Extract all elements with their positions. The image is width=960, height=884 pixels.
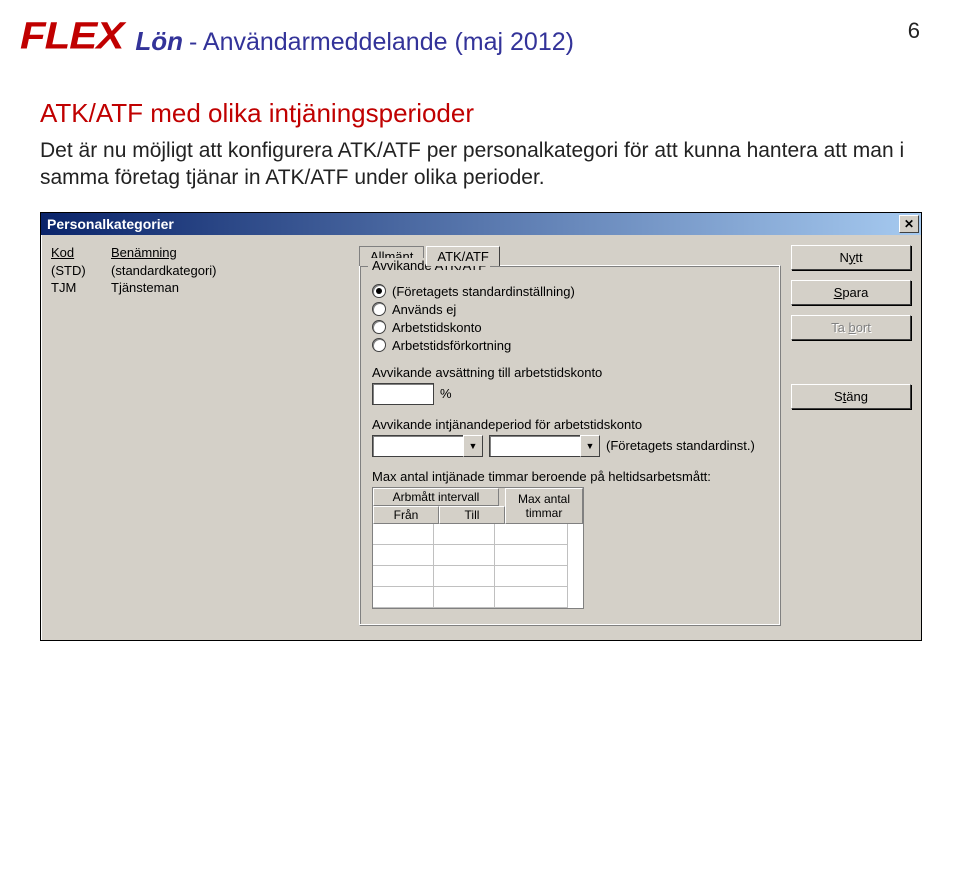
tab-atkatf[interactable]: ATK/ATF <box>426 246 500 266</box>
radio-anvands-ej[interactable]: Används ej <box>372 302 768 317</box>
col-header-kod: Kod <box>51 245 101 260</box>
list-item[interactable]: TJM Tjänsteman <box>51 279 351 296</box>
max-table: Arbmått intervall Från Till Max antal ti… <box>372 487 584 609</box>
radio-arbetstidsforkortning[interactable]: Arbetstidsförkortning <box>372 338 768 353</box>
th-fran: Från <box>373 506 439 524</box>
section-heading: ATK/ATF med olika intjäningsperioder <box>40 98 920 129</box>
cell-ben: (standardkategori) <box>111 263 217 278</box>
table-row[interactable] <box>373 545 583 566</box>
document-header: FLEX Lön - Användarmeddelande (maj 2012)… <box>0 0 960 68</box>
avsattning-input[interactable] <box>372 383 434 405</box>
cell-ben: Tjänsteman <box>111 280 179 295</box>
radio-standard[interactable]: (Företagets standardinställning) <box>372 284 768 299</box>
button-column: Nytt Spara Ta bort Stäng <box>791 245 911 626</box>
close-icon[interactable]: ✕ <box>899 215 919 233</box>
avvikande-group: Avvikande ATK/ATF (Företagets standardin… <box>359 265 781 626</box>
category-list: Kod Benämning (STD) (standardkategori) T… <box>51 245 351 626</box>
table-row[interactable] <box>373 587 583 608</box>
radio-icon <box>372 302 386 316</box>
flex-logo: FLEX <box>20 14 123 57</box>
period-label: Avvikande intjänandeperiod för arbetstid… <box>372 417 768 432</box>
dialog-title: Personalkategorier <box>47 216 174 232</box>
period-to-combo[interactable]: ▼ <box>489 435 600 457</box>
stang-button[interactable]: Stäng <box>791 384 911 409</box>
cell-kod: TJM <box>51 280 101 295</box>
th-interval: Arbmått intervall <box>373 488 499 506</box>
avsattning-label: Avvikande avsättning till arbetstidskont… <box>372 365 768 380</box>
page-number: 6 <box>908 18 920 44</box>
personalkategorier-dialog: Personalkategorier ✕ Kod Benämning (STD)… <box>40 212 922 641</box>
list-item[interactable]: (STD) (standardkategori) <box>51 262 351 279</box>
radio-icon <box>372 284 386 298</box>
titlebar: Personalkategorier ✕ <box>41 213 921 235</box>
section-body: Det är nu möjligt att konfigurera ATK/AT… <box>40 137 920 192</box>
table-row[interactable] <box>373 566 583 587</box>
nytt-button[interactable]: Nytt <box>791 245 911 270</box>
period-hint: (Företagets standardinst.) <box>606 438 755 453</box>
th-till: Till <box>439 506 505 524</box>
chevron-down-icon: ▼ <box>580 435 600 457</box>
cell-kod: (STD) <box>51 263 101 278</box>
period-from-combo[interactable]: ▼ <box>372 435 483 457</box>
table-row[interactable] <box>373 524 583 545</box>
spara-button[interactable]: Spara <box>791 280 911 305</box>
radio-arbetstidskonto[interactable]: Arbetstidskonto <box>372 320 768 335</box>
max-label: Max antal intjänade timmar beroende på h… <box>372 469 768 484</box>
radio-icon <box>372 320 386 334</box>
radio-icon <box>372 338 386 352</box>
col-header-benamning: Benämning <box>111 245 177 260</box>
product-name: Lön <box>135 26 183 57</box>
chevron-down-icon: ▼ <box>463 435 483 457</box>
document-subtitle: - Användarmeddelande (maj 2012) <box>189 28 574 57</box>
th-max: Max antal timmar <box>505 488 583 524</box>
percent-sign: % <box>440 386 452 401</box>
ta-bort-button: Ta bort <box>791 315 911 340</box>
